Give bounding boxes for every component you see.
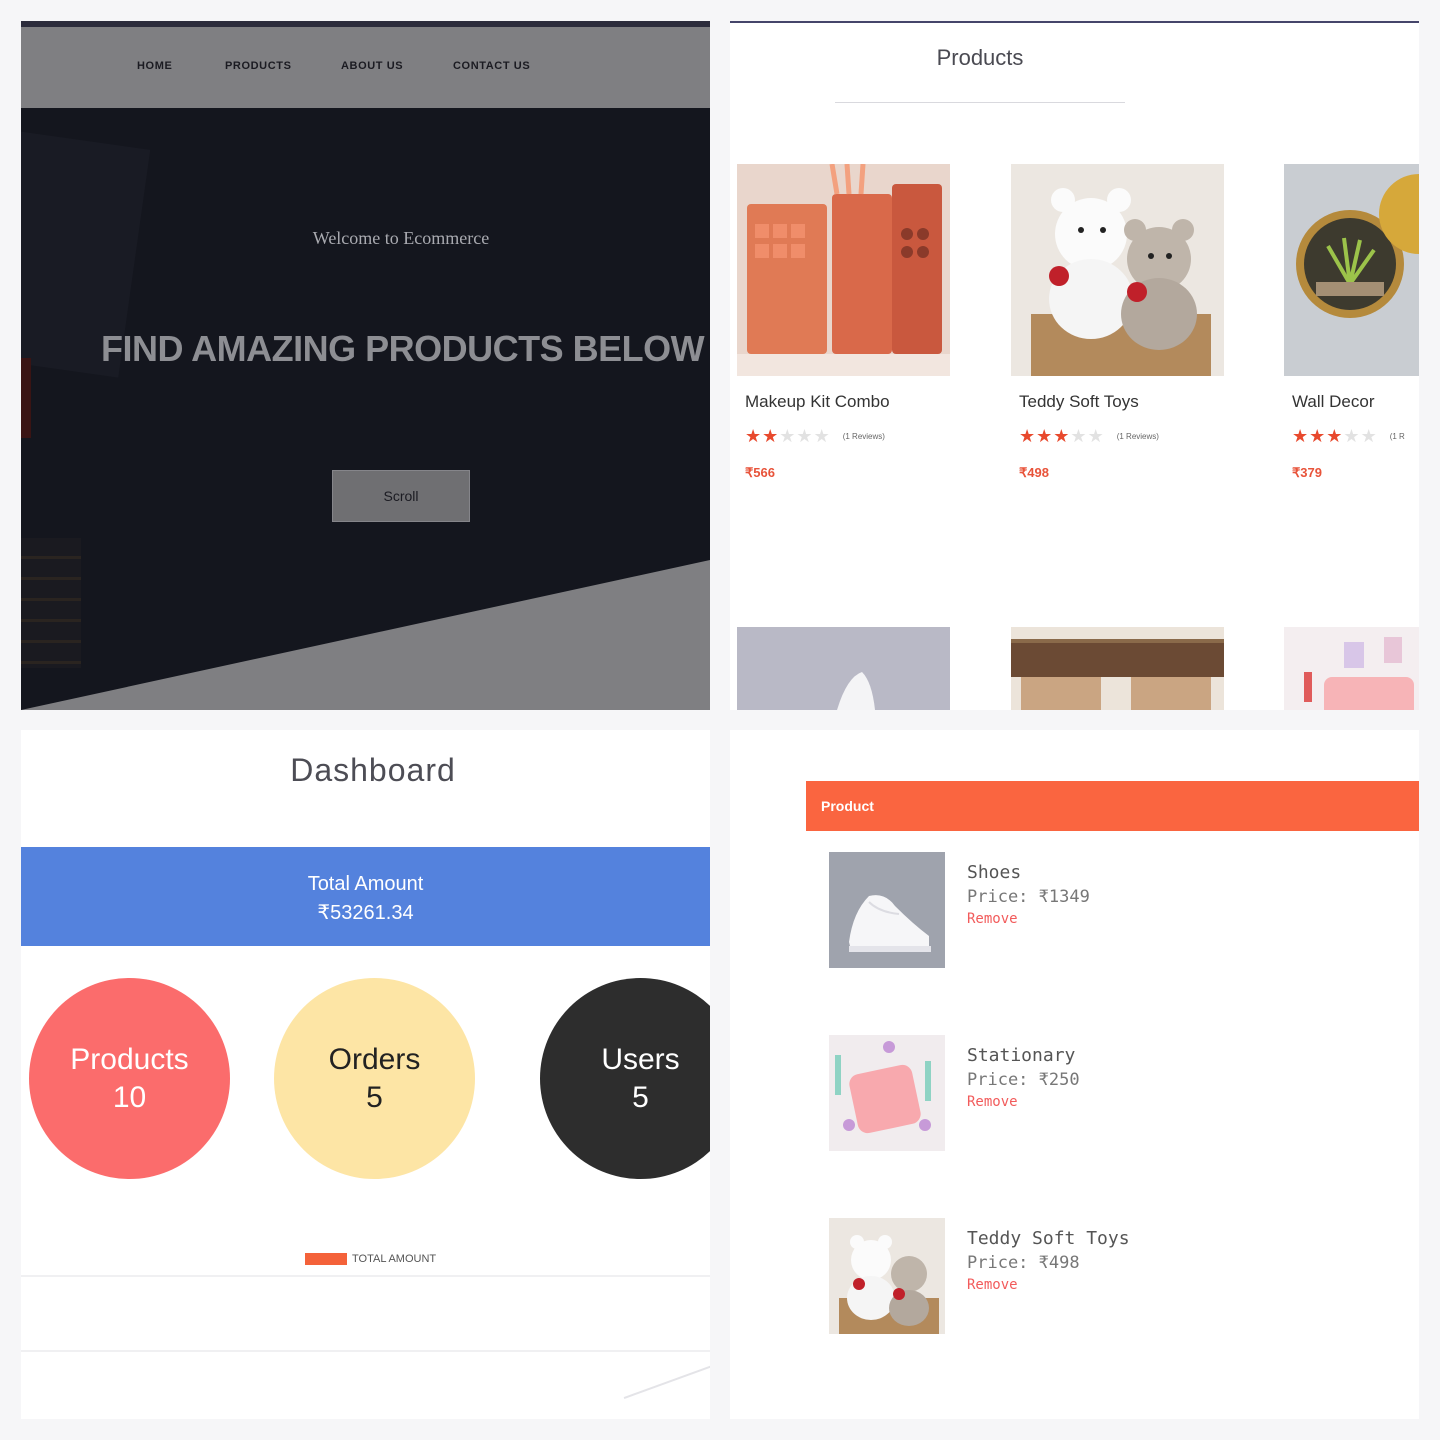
cart-item-name: Stationary <box>967 1045 1076 1066</box>
stat-orders[interactable]: Orders 5 <box>274 978 475 1179</box>
legend-swatch <box>305 1253 347 1265</box>
nav-about-us[interactable]: ABOUT US <box>341 60 403 72</box>
products-panel: Products Makeup Kit Combo ★★★★★ (1 Revie… <box>730 21 1419 710</box>
product-rating: ★★★★★ (1 R <box>1292 426 1419 447</box>
total-amount-value: ₹53261.34 <box>317 902 414 924</box>
stat-users-value: 5 <box>632 1080 649 1114</box>
cart-item: Stationary Price: ₹250 Remove <box>829 1035 1389 1153</box>
rating-stars: ★★★★★ <box>745 426 831 447</box>
scroll-button[interactable]: Scroll <box>332 470 470 522</box>
product-price: ₹498 <box>1019 465 1049 480</box>
cart-item: Teddy Soft Toys Price: ₹498 Remove <box>829 1218 1389 1336</box>
cart-item-name: Teddy Soft Toys <box>967 1228 1130 1249</box>
product-rating: ★★★★★ (1 Reviews) <box>745 426 950 447</box>
nav-home[interactable]: HOME <box>137 60 172 72</box>
chart-line-fragment <box>623 1362 710 1400</box>
hero-headline: FIND AMAZING PRODUCTS BELOW <box>101 328 705 369</box>
product-price: ₹566 <box>745 465 775 480</box>
nav-products[interactable]: PRODUCTS <box>225 60 292 72</box>
stat-products-value: 10 <box>112 1080 147 1114</box>
product-image-shoes-partial[interactable] <box>737 627 950 710</box>
remove-button[interactable]: Remove <box>967 1277 1130 1293</box>
review-count: (1 R <box>1389 432 1405 441</box>
total-amount-label: Total Amount <box>307 873 424 895</box>
heading-underline <box>835 102 1125 103</box>
star-filled-icon: ★ <box>1053 426 1071 446</box>
cart-item-info: Shoes Price: ₹1349 Remove <box>967 862 1090 927</box>
product-image-makeup-kit <box>737 164 950 376</box>
review-count: (1 Reviews) <box>1116 432 1159 441</box>
nav-contact-us[interactable]: CONTACT US <box>453 60 530 72</box>
cart-item-info: Stationary Price: ₹250 Remove <box>967 1045 1080 1110</box>
star-filled-icon: ★ <box>1292 426 1310 446</box>
chart-legend[interactable]: TOTAL AMOUNT <box>305 1253 436 1265</box>
products-heading: Products <box>936 45 1024 70</box>
star-empty-icon: ★ <box>1087 426 1105 446</box>
stat-products[interactable]: Products 10 <box>29 978 230 1179</box>
stat-orders-value: 5 <box>366 1080 383 1114</box>
cart-item-info: Teddy Soft Toys Price: ₹498 Remove <box>967 1228 1130 1293</box>
product-name: Wall Decor <box>1292 392 1375 411</box>
star-filled-icon: ★ <box>745 426 763 446</box>
star-empty-icon: ★ <box>1070 426 1088 446</box>
star-filled-icon: ★ <box>1019 426 1037 446</box>
cart-item-price: Price: ₹498 <box>967 1253 1080 1273</box>
cart-item-price: Price: ₹250 <box>967 1070 1080 1090</box>
stat-orders-label: Orders <box>328 1042 421 1076</box>
product-card[interactable]: Teddy Soft Toys ★★★★★ (1 Reviews) ₹498 <box>1011 164 1224 481</box>
dashboard-title: Dashboard <box>290 752 456 788</box>
remove-button[interactable]: Remove <box>967 911 1090 927</box>
product-image-teddy <box>1011 164 1224 376</box>
star-filled-icon: ★ <box>1326 426 1344 446</box>
product-rating: ★★★★★ (1 Reviews) <box>1019 426 1224 447</box>
landing-panel: HOME PRODUCTS ABOUT US CONTACT US Welcom… <box>21 21 710 710</box>
cart-item-price: Price: ₹1349 <box>967 887 1090 907</box>
star-empty-icon: ★ <box>779 426 797 446</box>
star-empty-icon: ★ <box>1360 426 1378 446</box>
star-filled-icon: ★ <box>762 426 780 446</box>
cart-item-name: Shoes <box>967 862 1022 883</box>
hero-background-shelf <box>21 538 81 668</box>
star-empty-icon: ★ <box>1343 426 1361 446</box>
navbar: HOME PRODUCTS ABOUT US CONTACT US <box>21 27 710 108</box>
stat-products-label: Products <box>70 1042 189 1076</box>
dashboard-panel: Dashboard Total Amount ₹53261.34 Product… <box>21 730 710 1419</box>
cart-panel: Product Shoes Price: ₹1349 Remove Statio… <box>730 730 1419 1419</box>
cart-thumb-shoes[interactable] <box>829 852 945 968</box>
total-amount-bar: Total Amount ₹53261.34 <box>21 847 710 946</box>
product-image-curtains-partial[interactable] <box>1011 627 1224 710</box>
product-card[interactable]: Wall Decor ★★★★★ (1 R ₹379 <box>1284 164 1419 481</box>
hero-background-shape <box>21 358 31 438</box>
cart-thumb-stationary[interactable] <box>829 1035 945 1151</box>
product-name: Makeup Kit Combo <box>745 392 890 411</box>
star-filled-icon: ★ <box>1309 426 1327 446</box>
cart-item: Shoes Price: ₹1349 Remove <box>829 852 1389 970</box>
rating-stars: ★★★★★ <box>1019 426 1105 447</box>
legend-label: TOTAL AMOUNT <box>352 1253 437 1265</box>
product-price: ₹379 <box>1292 465 1322 480</box>
divider <box>21 1350 710 1352</box>
remove-button[interactable]: Remove <box>967 1094 1080 1110</box>
stat-users-label: Users <box>601 1042 680 1076</box>
review-count: (1 Reviews) <box>842 432 885 441</box>
star-empty-icon: ★ <box>813 426 831 446</box>
star-empty-icon: ★ <box>796 426 814 446</box>
hero-banner: Welcome to Ecommerce FIND AMAZING PRODUC… <box>21 108 710 710</box>
product-image-stationary-partial[interactable] <box>1284 627 1419 710</box>
divider <box>21 1275 710 1277</box>
product-image-wall-decor <box>1284 164 1419 376</box>
product-name: Teddy Soft Toys <box>1019 392 1139 411</box>
top-border <box>730 21 1419 23</box>
rating-stars: ★★★★★ <box>1292 426 1378 447</box>
star-filled-icon: ★ <box>1036 426 1054 446</box>
welcome-text: Welcome to Ecommerce <box>312 228 490 248</box>
cart-thumb-teddy[interactable] <box>829 1218 945 1334</box>
product-card[interactable]: Makeup Kit Combo ★★★★★ (1 Reviews) ₹566 <box>737 164 950 481</box>
hero-slant-divider <box>21 560 710 710</box>
cart-header: Product <box>806 781 1419 831</box>
stat-users[interactable]: Users 5 <box>540 978 710 1179</box>
